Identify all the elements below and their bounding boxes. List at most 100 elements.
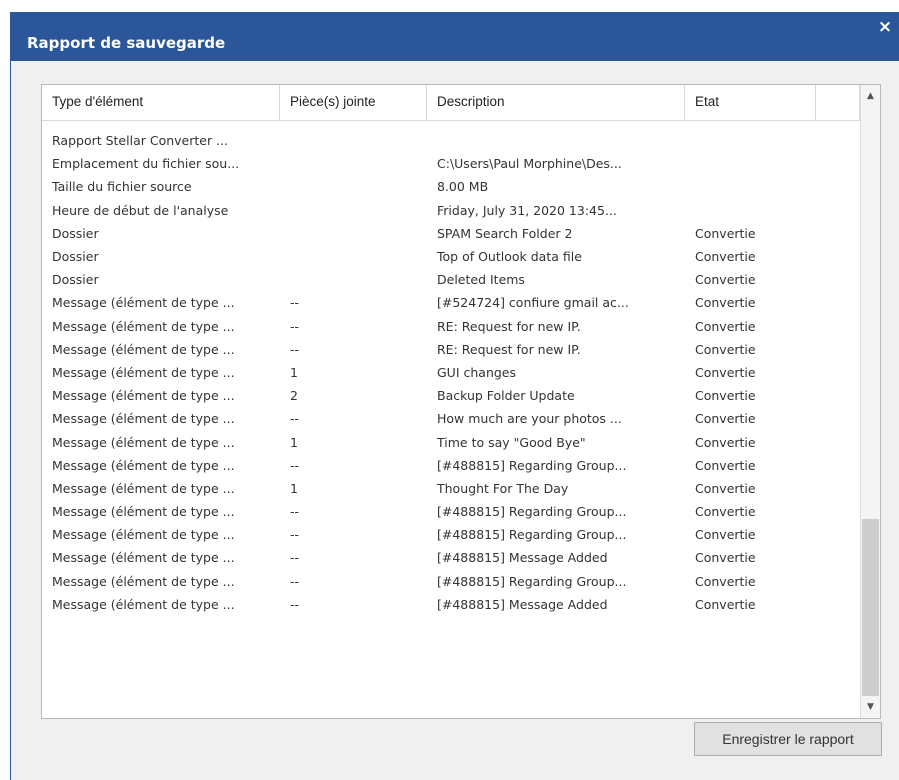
- cell-status: Convertie: [695, 295, 756, 311]
- cell-status: Convertie: [695, 341, 756, 357]
- cell-description: [#488815] Message Added: [437, 596, 608, 612]
- cell-item-type: Dossier: [52, 249, 99, 265]
- cell-status: Convertie: [695, 411, 756, 427]
- table-row[interactable]: Message (élément de type ... 1 GUI changes…: [42, 361, 860, 384]
- cell-status: Convertie: [695, 573, 756, 589]
- table-row[interactable]: Dossier SPAM Search Folder 2 Convertie: [42, 222, 860, 245]
- cell-item-type: Message (élément de type ...: [52, 504, 235, 520]
- cell-attachments: --: [290, 504, 300, 520]
- cell-item-type: Message (élément de type ...: [52, 364, 235, 380]
- cell-item-type: Message (élément de type ...: [52, 573, 235, 589]
- column-header-description[interactable]: Description: [427, 85, 685, 121]
- report-table: Type d'élément Pièce(s) jointe Descripti…: [41, 84, 881, 719]
- cell-item-type: Message (élément de type ...: [52, 550, 235, 566]
- cell-attachments: --: [290, 596, 300, 612]
- cell-status: Convertie: [695, 504, 756, 520]
- table-row[interactable]: Message (élément de type ... -- [#488815] …: [42, 454, 860, 477]
- cell-item-type: Dossier: [52, 272, 99, 288]
- cell-item-type: Dossier: [52, 225, 99, 241]
- table-body: Rapport Stellar Converter ... Emplacement…: [42, 129, 860, 616]
- table-row[interactable]: Message (élément de type ... -- RE: Reques…: [42, 338, 860, 361]
- cell-description: [#488815] Regarding Group...: [437, 457, 627, 473]
- cell-attachments: --: [290, 411, 300, 427]
- table-row[interactable]: Message (élément de type ... -- How much a…: [42, 407, 860, 430]
- cell-status: Convertie: [695, 249, 756, 265]
- table-row[interactable]: Message (élément de type ... -- [#488815] …: [42, 546, 860, 569]
- cell-status: Convertie: [695, 388, 756, 404]
- cell-description: [#488815] Regarding Group...: [437, 573, 627, 589]
- save-report-button[interactable]: Enregistrer le rapport: [694, 722, 882, 756]
- cell-status: Convertie: [695, 225, 756, 241]
- cell-description: How much are your photos ...: [437, 411, 622, 427]
- table-row[interactable]: Message (élément de type ... 1 Time to say…: [42, 430, 860, 453]
- cell-item-type: Message (élément de type ...: [52, 480, 235, 496]
- table-row[interactable]: Message (élément de type ... -- [#488815] …: [42, 593, 860, 616]
- cell-attachments: --: [290, 527, 300, 543]
- cell-description: [#488815] Regarding Group...: [437, 504, 627, 520]
- cell-status: Convertie: [695, 272, 756, 288]
- table-row[interactable]: Message (élément de type ... -- RE: Reques…: [42, 315, 860, 338]
- cell-item-type: Rapport Stellar Converter ...: [52, 133, 228, 149]
- cell-item-type: Message (élément de type ...: [52, 318, 235, 334]
- table-header: Type d'élément Pièce(s) jointe Descripti…: [42, 85, 860, 121]
- cell-attachments: --: [290, 573, 300, 589]
- cell-attachments: 1: [290, 480, 298, 496]
- cell-item-type: Message (élément de type ...: [52, 411, 235, 427]
- cell-description: 8.00 MB: [437, 179, 489, 195]
- table-row[interactable]: Dossier Deleted Items Convertie: [42, 268, 860, 291]
- table-row[interactable]: Dossier Top of Outlook data file Convertie: [42, 245, 860, 268]
- cell-item-type: Taille du fichier source: [52, 179, 192, 195]
- title-bar[interactable]: Rapport de sauvegarde ×: [11, 12, 899, 61]
- cell-attachments: 1: [290, 364, 298, 380]
- close-icon[interactable]: ×: [874, 16, 896, 38]
- cell-description: [#488815] Regarding Group...: [437, 527, 627, 543]
- chevron-up-icon[interactable]: ▲: [861, 85, 880, 107]
- cell-description: RE: Request for new IP.: [437, 341, 581, 357]
- cell-status: Convertie: [695, 527, 756, 543]
- cell-description: GUI changes: [437, 364, 517, 380]
- table-row[interactable]: Message (élément de type ... -- [#524724] …: [42, 291, 860, 314]
- table-row[interactable]: Rapport Stellar Converter ...: [42, 129, 860, 152]
- cell-status: Convertie: [695, 480, 756, 496]
- cell-status: Convertie: [695, 550, 756, 566]
- table-row[interactable]: Emplacement du fichier sou... C:\Users\Pa…: [42, 152, 860, 175]
- cell-attachments: --: [290, 457, 300, 473]
- cell-item-type: Message (élément de type ...: [52, 341, 235, 357]
- table-row[interactable]: Message (élément de type ... -- [#488815] …: [42, 570, 860, 593]
- cell-description: Time to say "Good Bye": [437, 434, 586, 450]
- cell-attachments: 1: [290, 434, 298, 450]
- cell-description: [#524724] confiure gmail ac...: [437, 295, 629, 311]
- cell-status: Convertie: [695, 596, 756, 612]
- scrollbar-thumb[interactable]: [862, 519, 879, 696]
- report-dialog: Rapport de sauvegarde × Type d'élément P…: [10, 12, 899, 780]
- cell-item-type: Message (élément de type ...: [52, 388, 235, 404]
- cell-item-type: Message (élément de type ...: [52, 596, 235, 612]
- cell-attachments: --: [290, 550, 300, 566]
- cell-description: [#488815] Message Added: [437, 550, 608, 566]
- column-header-status[interactable]: Etat: [685, 85, 816, 121]
- cell-description: Deleted Items: [437, 272, 525, 288]
- cell-description: C:\Users\Paul Morphine\Des...: [437, 156, 622, 172]
- cell-description: RE: Request for new IP.: [437, 318, 581, 334]
- cell-item-type: Message (élément de type ...: [52, 457, 235, 473]
- vertical-scrollbar[interactable]: ▲ ▼: [860, 85, 880, 718]
- cell-status: Convertie: [695, 457, 756, 473]
- column-header-attachments[interactable]: Pièce(s) jointe: [280, 85, 427, 121]
- table-row[interactable]: Message (élément de type ... -- [#488815] …: [42, 500, 860, 523]
- cell-description: Backup Folder Update: [437, 388, 575, 404]
- cell-item-type: Message (élément de type ...: [52, 527, 235, 543]
- cell-attachments: --: [290, 295, 300, 311]
- cell-attachments: --: [290, 341, 300, 357]
- dialog-title: Rapport de sauvegarde: [27, 34, 226, 52]
- table-row[interactable]: Taille du fichier source 8.00 MB: [42, 175, 860, 198]
- column-header-item-type[interactable]: Type d'élément: [42, 85, 280, 121]
- table-row[interactable]: Message (élément de type ... 2 Backup Fold…: [42, 384, 860, 407]
- table-row[interactable]: Message (élément de type ... 1 Thought For…: [42, 477, 860, 500]
- chevron-down-icon[interactable]: ▼: [861, 696, 880, 718]
- cell-description: Top of Outlook data file: [437, 249, 582, 265]
- cell-description: SPAM Search Folder 2: [437, 225, 573, 241]
- column-header-empty[interactable]: [816, 85, 860, 121]
- table-row[interactable]: Message (élément de type ... -- [#488815] …: [42, 523, 860, 546]
- table-row[interactable]: Heure de début de l'analyse Friday, July …: [42, 199, 860, 222]
- cell-description: Thought For The Day: [437, 480, 569, 496]
